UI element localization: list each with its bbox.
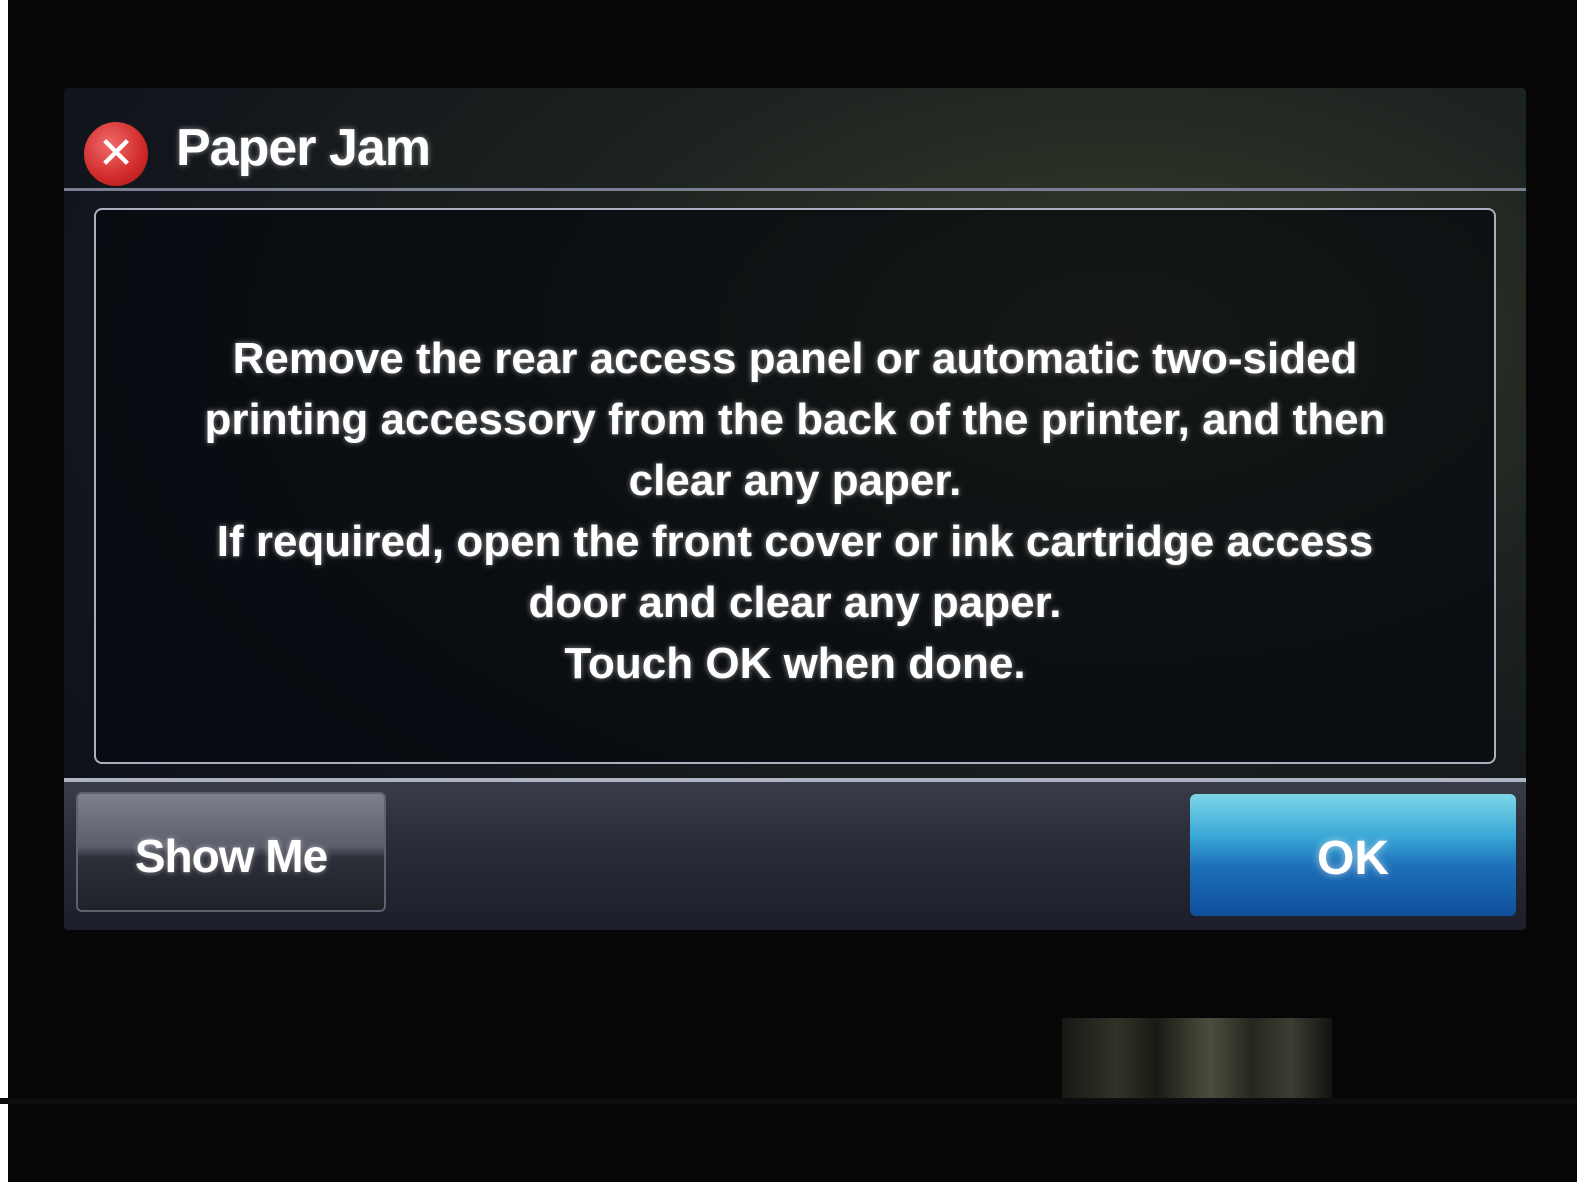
show-me-button[interactable]: Show Me: [76, 792, 386, 912]
dialog-message: Remove the rear access panel or automati…: [204, 334, 1386, 688]
printer-photo: ✕ Paper Jam Remove the rear access panel…: [0, 0, 1577, 1182]
printer-edge: [0, 1098, 1577, 1104]
dialog-title: Paper Jam: [176, 119, 431, 177]
message-panel: Remove the rear access panel or automati…: [94, 208, 1496, 764]
glass-reflection: [1062, 1018, 1332, 1104]
photo-edge: [0, 0, 8, 1182]
ok-button[interactable]: OK: [1190, 794, 1516, 916]
button-bar-divider: [64, 778, 1526, 782]
dialog-title-bar: ✕ Paper Jam: [64, 88, 1526, 192]
error-icon: ✕: [84, 122, 148, 186]
printer-touchscreen: ✕ Paper Jam Remove the rear access panel…: [64, 88, 1526, 930]
title-divider: [64, 188, 1526, 191]
